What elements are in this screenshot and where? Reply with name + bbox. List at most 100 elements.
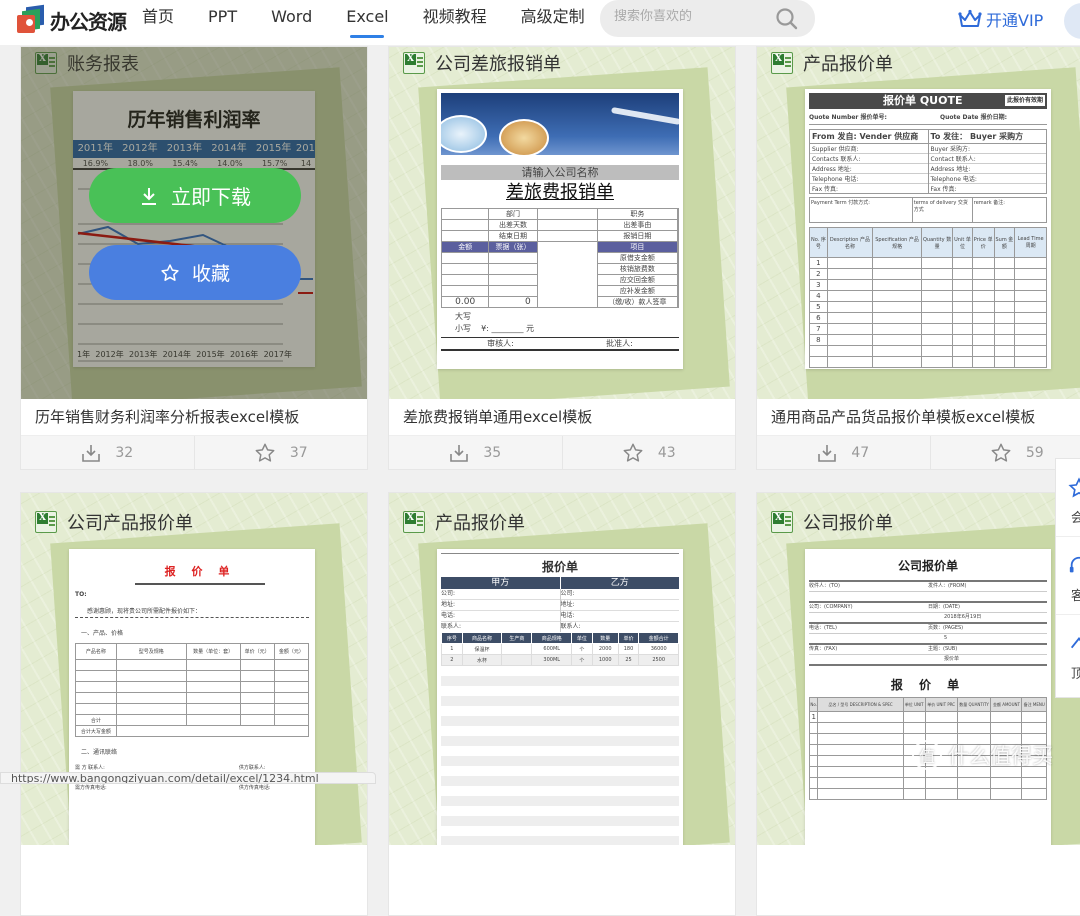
search-input[interactable] [614,9,764,24]
side-service-button[interactable]: 客 [1056,537,1080,615]
template-card[interactable]: 账务报表 历年销售利润率 2011年2012年2013年2014年2015年20… [20,46,368,470]
preview-company: 请输入公司名称 [441,165,679,180]
card-title[interactable]: 历年销售财务利润率分析报表excel模板 [35,399,299,435]
category-label: 产品报价单 [803,50,893,76]
watermark-text: 什么值得买 [948,740,1053,770]
nav-item-ppt[interactable]: PPT [196,0,249,36]
preview-header-fields: 收件人：(TO) 公司：(COMPANY) 电话：(TEL) 传真：(FAX) … [809,580,1047,666]
preview-heading: 报价单 [441,553,679,577]
side-member-button[interactable]: 会 [1056,459,1080,537]
excel-icon [403,52,425,74]
side-back-to-top-button[interactable]: 顶 [1056,615,1080,693]
card-thumbnail[interactable]: 公司差旅报销单 请输入公司名称 差旅费报销单 部门职务 出差天数出差事由 结束日… [389,47,735,399]
logo-icon [16,5,46,35]
star-icon [1068,477,1080,499]
preview-table: 部门职务 出差天数出差事由 结束日期报销日期 金额票据（张）报销合计项目 原借支… [441,208,679,308]
star-icon [622,442,644,464]
excel-icon [403,511,425,533]
card-thumbnail[interactable]: 账务报表 历年销售利润率 2011年2012年2013年2014年2015年20… [21,47,367,399]
preview-subheading: 报 价 单 [809,666,1047,697]
download-count: 47 [851,445,869,461]
template-card[interactable]: 产品报价单 报价单 甲方乙方 公司:地址:电话:联系人: 公司:地址:电话:联系… [388,492,736,916]
document-preview: 公司报价单 收件人：(TO) 公司：(COMPANY) 电话：(TEL) 传真：… [805,549,1051,845]
download-now-label: 立即下载 [171,181,251,210]
nav-item-video-tutorials[interactable]: 视频教程 [411,0,499,36]
nav-item-home[interactable]: 首页 [130,0,186,36]
card-category: 公司报价单 [771,509,893,535]
category-label: 产品报价单 [435,509,525,535]
user-avatar[interactable] [1064,3,1080,39]
travel-banner-image [441,93,679,155]
card-stats: 35 43 [389,435,735,469]
card-thumbnail[interactable]: 产品报价单 报价单 QUOTE此报价有效期 Quote Number 报价单号:… [757,47,1080,399]
preview-empty-rows [441,666,679,845]
browser-status-bar: https://www.bangongziyuan.com/detail/exc… [0,772,376,784]
favorite-count: 43 [658,445,676,461]
template-card[interactable]: 公司产品报价单 报 价 单 TO: 感谢惠顾，现将贵公司所需配件报价如下： 一、… [20,492,368,916]
card-category: 产品报价单 [771,50,893,76]
document-preview: 报 价 单 TO: 感谢惠顾，现将贵公司所需配件报价如下： 一、产品、价格 产品… [69,549,315,845]
nav-item-excel[interactable]: Excel [334,0,400,36]
preview-table: No. 序号Description 产品名称Specification 产品规格… [809,227,1047,368]
excel-icon [771,52,793,74]
preview-heading: 差旅费报销单 [441,180,679,206]
nav-item-word[interactable]: Word [259,0,324,36]
card-title[interactable]: 差旅费报销单通用excel模板 [403,399,592,435]
template-card[interactable]: 公司差旅报销单 请输入公司名称 差旅费报销单 部门职务 出差天数出差事由 结束日… [388,46,736,470]
download-tray-icon [449,443,469,463]
watermark-badge: 值 [912,740,942,770]
search-icon [775,7,799,31]
preview-amount-words: 大写 小写 ¥: ________ 元 [441,311,679,335]
watermark: 值 什么值得买 [912,740,1053,770]
card-title[interactable]: 通用商品产品货品报价单模板excel模板 [771,399,1035,435]
favorite-button[interactable]: 收藏 [89,245,301,300]
excel-icon [35,511,57,533]
star-icon [990,442,1012,464]
download-now-button[interactable]: 立即下载 [89,168,301,223]
preview-heading: 公司报价单 [809,553,1047,580]
preview-parties: 甲方乙方 [441,577,679,589]
favorite-count-button[interactable]: 43 [562,436,736,469]
excel-icon [771,511,793,533]
card-thumbnail[interactable]: 公司产品报价单 报 价 单 TO: 感谢惠顾，现将贵公司所需配件报价如下： 一、… [21,493,367,845]
card-category: 公司产品报价单 [35,509,193,535]
preview-quote-meta: Quote Number 报价单号:Quote Date 报价日期: [809,109,1047,125]
document-preview: 报价单 甲方乙方 公司:地址:电话:联系人: 公司:地址:电话:联系人: 序号商… [437,549,683,845]
category-label: 公司产品报价单 [67,509,193,535]
preview-terms: Payment Term 付款方式:terms of delivery 交货方式… [809,197,1047,223]
preview-signatures: 审核人:批准人: [441,337,679,351]
card-thumbnail[interactable]: 公司报价单 公司报价单 收件人：(TO) 公司：(COMPANY) 电话：(TE… [757,493,1080,845]
favorite-count: 59 [1026,445,1044,461]
top-navigation-bar: 办公资源 首页 PPT Word Excel 视频教程 高级定制 开通VIP [0,0,1080,45]
preview-heading: 报价单 QUOTE此报价有效期 [809,93,1047,109]
nav-item-custom[interactable]: 高级定制 [509,0,597,36]
download-count-button[interactable]: 35 [389,436,562,469]
template-card[interactable]: 产品报价单 报价单 QUOTE此报价有效期 Quote Number 报价单号:… [756,46,1080,470]
arrow-up-icon [1068,633,1080,655]
download-count-button[interactable]: 47 [757,436,930,469]
vip-label: 开通VIP [986,7,1043,31]
card-stats: 47 59 [757,435,1080,469]
open-vip-button[interactable]: 开通VIP [958,7,1043,31]
favorite-count: 37 [290,445,308,461]
headset-icon [1068,555,1080,577]
card-category: 公司差旅报销单 [403,50,561,76]
favorite-count-button[interactable]: 37 [194,436,368,469]
search-box [600,0,815,37]
search-button[interactable] [775,7,799,31]
star-icon [254,442,276,464]
preview-table: 序号商品名称生产商商品规格单位数量单价金额合计 1保温杯600ML个200018… [441,632,679,666]
download-count-button[interactable]: 32 [21,436,194,469]
download-count: 32 [115,445,133,461]
template-card[interactable]: 公司报价单 公司报价单 收件人：(TO) 公司：(COMPANY) 电话：(TE… [756,492,1080,916]
document-preview: 请输入公司名称 差旅费报销单 部门职务 出差天数出差事由 结束日期报销日期 金额… [437,89,683,369]
document-preview: 报价单 QUOTE此报价有效期 Quote Number 报价单号:Quote … [805,89,1051,369]
download-icon [139,186,159,206]
download-count: 35 [483,445,501,461]
site-logo[interactable]: 办公资源 [16,2,126,38]
download-tray-icon [81,443,101,463]
preview-parties: From 发自: Vender 供应商 Supplier 供应商:Contact… [809,129,1047,194]
card-thumbnail[interactable]: 产品报价单 报价单 甲方乙方 公司:地址:电话:联系人: 公司:地址:电话:联系… [389,493,735,845]
card-stats: 32 37 [21,435,367,469]
logo-text: 办公资源 [50,6,126,35]
